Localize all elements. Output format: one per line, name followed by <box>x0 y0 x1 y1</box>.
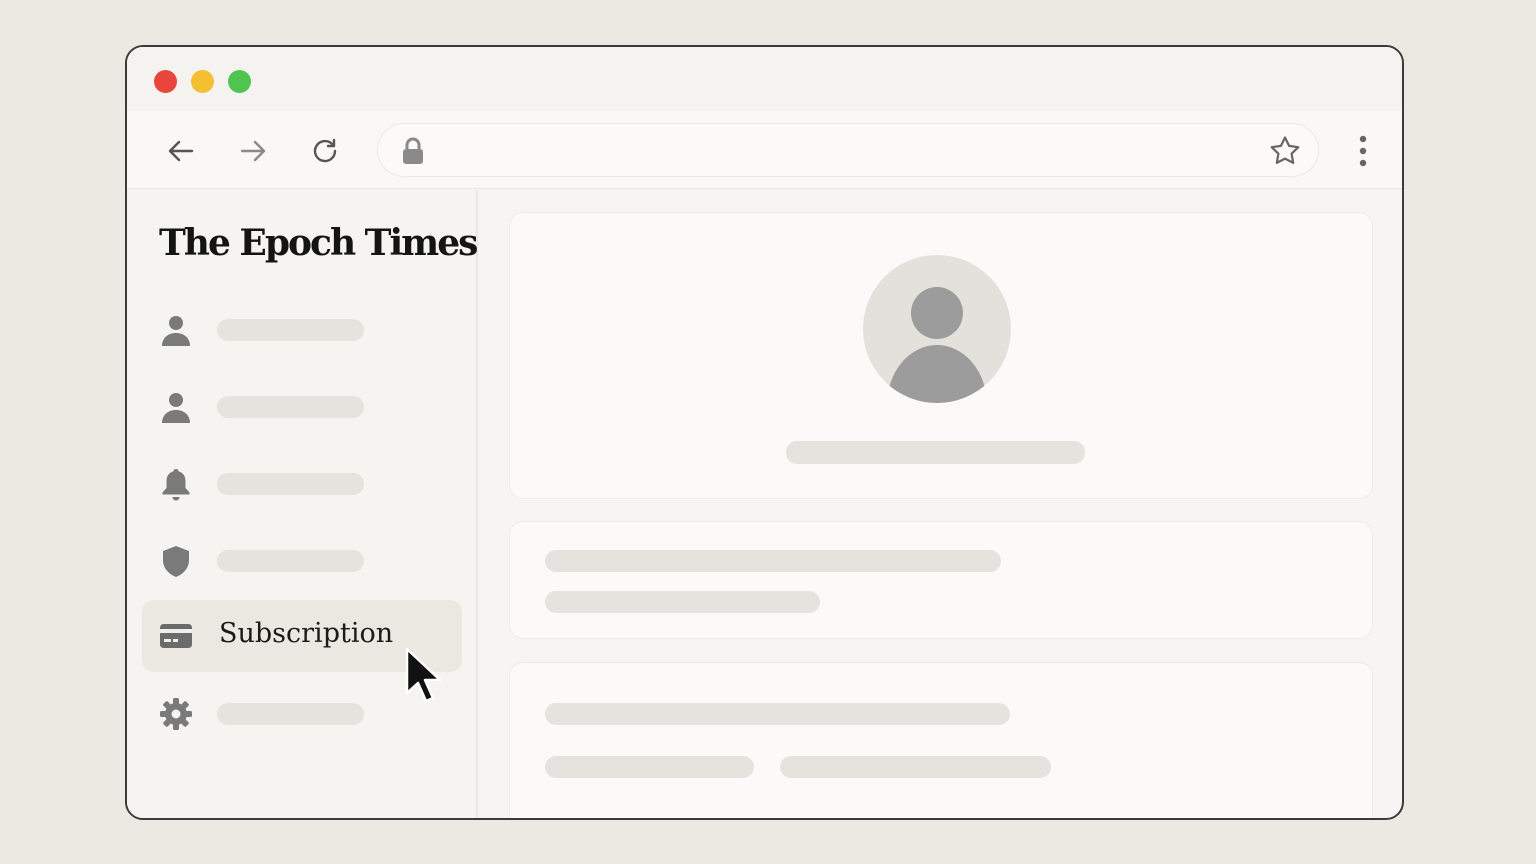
vertical-dots-menu-icon[interactable] <box>1345 131 1381 171</box>
address-bar[interactable] <box>377 123 1319 177</box>
details-card <box>509 521 1373 639</box>
back-button[interactable] <box>163 133 199 169</box>
info-card <box>509 662 1373 818</box>
text-placeholder <box>545 591 820 613</box>
reload-icon <box>313 138 337 163</box>
text-placeholder <box>545 550 1001 572</box>
close-window-button[interactable] <box>154 70 177 93</box>
sidebar-item-label-placeholder <box>217 550 364 572</box>
text-placeholder <box>780 756 1051 778</box>
gear-icon <box>159 697 193 731</box>
title-bar <box>127 47 1402 111</box>
text-placeholder <box>545 703 1010 725</box>
sidebar-item-profile[interactable] <box>142 294 462 366</box>
bell-icon <box>159 467 193 501</box>
minimize-window-button[interactable] <box>191 70 214 93</box>
text-placeholder <box>545 756 754 778</box>
forward-button[interactable] <box>235 133 271 169</box>
sidebar-item-security[interactable] <box>142 525 462 597</box>
sidebar-item-label-placeholder <box>217 703 364 725</box>
arrow-left-icon <box>168 140 194 162</box>
sidebar-item-label-placeholder <box>217 396 364 418</box>
sidebar-item-label-placeholder <box>217 473 364 495</box>
browser-toolbar <box>127 111 1402 189</box>
sidebar-item-account[interactable] <box>142 371 462 443</box>
lock-icon <box>403 137 423 164</box>
person-icon <box>159 313 193 347</box>
avatar-icon <box>863 255 1011 403</box>
sidebar-item-notifications[interactable] <box>142 448 462 520</box>
arrow-right-icon <box>240 140 266 162</box>
shield-icon <box>159 544 193 578</box>
person-icon <box>159 390 193 424</box>
brand-logo: The Epoch Times <box>159 222 478 264</box>
sidebar: The Epoch Times Subscription <box>127 190 478 818</box>
profile-card <box>509 212 1373 499</box>
maximize-window-button[interactable] <box>228 70 251 93</box>
main-content <box>479 190 1402 818</box>
profile-name-placeholder <box>786 441 1085 464</box>
sidebar-item-label-placeholder <box>217 319 364 341</box>
credit-card-icon <box>159 619 193 653</box>
bookmark-star-icon[interactable] <box>1268 134 1302 168</box>
browser-window: The Epoch Times Subscription <box>125 45 1404 820</box>
mouse-cursor-icon <box>405 647 442 703</box>
sidebar-item-label: Subscription <box>219 618 394 649</box>
reload-button[interactable] <box>307 133 343 169</box>
